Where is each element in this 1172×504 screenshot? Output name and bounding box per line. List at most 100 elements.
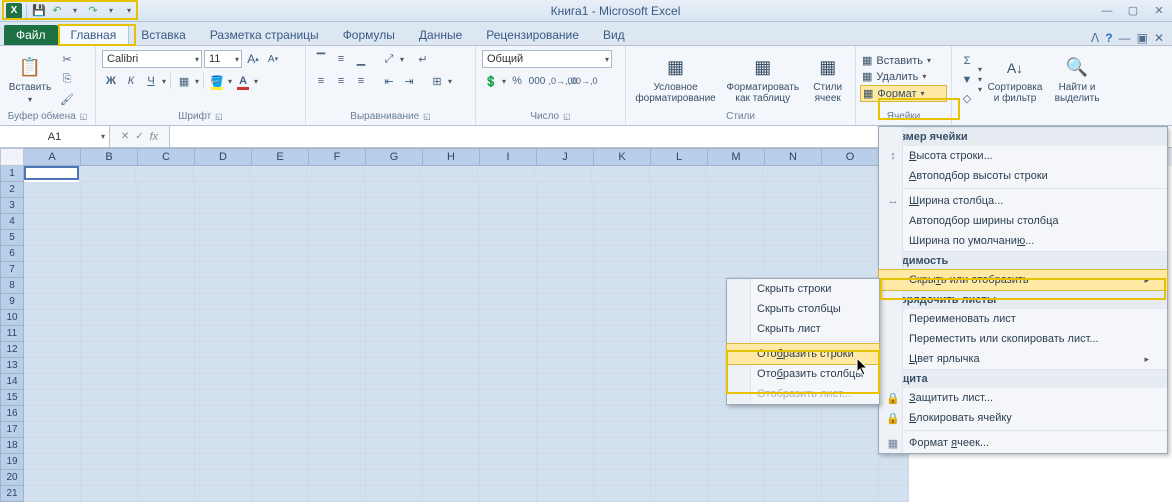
menu-protect-sheet[interactable]: 🔒Защитить лист... xyxy=(879,388,1167,408)
cell[interactable] xyxy=(366,294,423,310)
cell[interactable] xyxy=(366,358,423,374)
menu-autofit-row[interactable]: Автоподбор высоты строки xyxy=(879,166,1167,186)
cell[interactable] xyxy=(252,342,309,358)
align-right-icon[interactable]: ≡ xyxy=(352,72,370,90)
cell[interactable] xyxy=(252,454,309,470)
row-header[interactable]: 15 xyxy=(0,390,24,406)
cell[interactable] xyxy=(537,422,594,438)
cell[interactable] xyxy=(81,422,138,438)
cell[interactable] xyxy=(138,486,195,502)
cell[interactable] xyxy=(24,486,81,502)
tab-review[interactable]: Рецензирование xyxy=(474,25,591,45)
cell[interactable] xyxy=(138,198,195,214)
cell[interactable] xyxy=(138,294,195,310)
cell[interactable] xyxy=(822,198,879,214)
cell[interactable] xyxy=(366,182,423,198)
cell[interactable] xyxy=(81,182,138,198)
menu-tab-color[interactable]: Цвет ярлычка▸ xyxy=(879,349,1167,369)
col-header[interactable]: I xyxy=(480,148,537,166)
cell[interactable] xyxy=(480,470,537,486)
cell[interactable] xyxy=(423,342,480,358)
cell[interactable] xyxy=(252,230,309,246)
cell[interactable] xyxy=(423,326,480,342)
cell[interactable] xyxy=(423,294,480,310)
cell[interactable] xyxy=(765,230,822,246)
cell[interactable] xyxy=(252,358,309,374)
cell[interactable] xyxy=(822,214,879,230)
cell[interactable] xyxy=(594,246,651,262)
cell[interactable] xyxy=(309,406,366,422)
indent-dec-icon[interactable]: ⇤ xyxy=(380,72,398,90)
cell[interactable] xyxy=(252,406,309,422)
find-select-button[interactable]: 🔍 Найти и выделить xyxy=(1048,51,1106,109)
menu-row-height[interactable]: ↕Высота строки... xyxy=(879,146,1167,166)
cond-format-button[interactable]: ▦ Условное форматирование xyxy=(632,51,719,109)
help-icon[interactable]: ? xyxy=(1105,31,1112,45)
cell[interactable] xyxy=(81,198,138,214)
cell[interactable] xyxy=(309,358,366,374)
row-header[interactable]: 19 xyxy=(0,454,24,470)
comma-icon[interactable]: 000 xyxy=(528,72,546,90)
cell[interactable] xyxy=(138,422,195,438)
cell[interactable] xyxy=(537,262,594,278)
cell[interactable] xyxy=(195,454,252,470)
close-button[interactable]: ✕ xyxy=(1146,2,1172,20)
cell[interactable] xyxy=(822,182,879,198)
cell[interactable] xyxy=(138,470,195,486)
cell[interactable] xyxy=(537,342,594,358)
cell[interactable] xyxy=(136,166,193,182)
doc-close-icon[interactable]: ✕ xyxy=(1154,31,1164,45)
cell[interactable] xyxy=(480,406,537,422)
cell[interactable] xyxy=(24,246,81,262)
borders-icon[interactable]: ▦ xyxy=(175,72,193,90)
cell[interactable] xyxy=(537,470,594,486)
cell[interactable] xyxy=(250,166,307,182)
format-button[interactable]: ▦Формат▾ xyxy=(860,85,947,102)
row-header[interactable]: 5 xyxy=(0,230,24,246)
cell[interactable] xyxy=(252,262,309,278)
cell[interactable] xyxy=(651,486,708,502)
cell[interactable] xyxy=(537,358,594,374)
cell[interactable] xyxy=(24,374,81,390)
font-dialog-icon[interactable]: ◱ xyxy=(215,112,223,121)
cell[interactable] xyxy=(423,470,480,486)
wrap-text-icon[interactable]: ↵ xyxy=(414,50,432,68)
format-painter-icon[interactable]: 🖌 xyxy=(58,91,76,109)
cell[interactable] xyxy=(537,246,594,262)
cell-styles-button[interactable]: ▦ Стили ячеек xyxy=(806,51,849,109)
cell[interactable] xyxy=(138,230,195,246)
cell[interactable] xyxy=(480,358,537,374)
cell[interactable] xyxy=(24,262,81,278)
cell[interactable] xyxy=(366,374,423,390)
merge-icon[interactable]: ⊞ xyxy=(428,72,446,90)
cell[interactable] xyxy=(79,166,136,182)
cell[interactable] xyxy=(594,486,651,502)
cell[interactable] xyxy=(366,470,423,486)
cell[interactable] xyxy=(252,310,309,326)
name-box[interactable]: A1▾ xyxy=(0,126,110,147)
cell[interactable] xyxy=(651,278,708,294)
cell[interactable] xyxy=(594,182,651,198)
align-center-icon[interactable]: ≡ xyxy=(332,72,350,90)
cell[interactable] xyxy=(366,230,423,246)
number-dialog-icon[interactable]: ◱ xyxy=(563,112,571,121)
tab-view[interactable]: Вид xyxy=(591,25,637,45)
cell[interactable] xyxy=(195,406,252,422)
copy-icon[interactable]: ⎘ xyxy=(58,71,76,89)
cell[interactable] xyxy=(309,470,366,486)
cell[interactable] xyxy=(81,278,138,294)
row-header[interactable]: 14 xyxy=(0,374,24,390)
row-header[interactable]: 10 xyxy=(0,310,24,326)
submenu-hide-cols[interactable]: Скрыть столбцы xyxy=(727,299,879,319)
cell[interactable] xyxy=(138,246,195,262)
grow-font-icon[interactable]: A▴ xyxy=(244,50,262,68)
cell[interactable] xyxy=(138,390,195,406)
cell[interactable] xyxy=(366,454,423,470)
cell[interactable] xyxy=(537,374,594,390)
cell[interactable] xyxy=(252,326,309,342)
cell[interactable] xyxy=(423,406,480,422)
cell[interactable] xyxy=(537,438,594,454)
row-header[interactable]: 16 xyxy=(0,406,24,422)
cell[interactable] xyxy=(307,166,364,182)
row-header[interactable]: 12 xyxy=(0,342,24,358)
